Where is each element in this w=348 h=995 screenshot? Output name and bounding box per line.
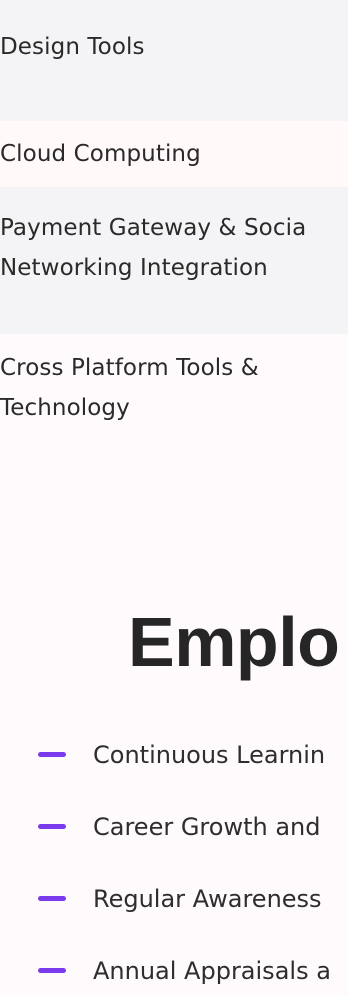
dash-icon <box>38 968 66 973</box>
list-item: Career Growth and <box>0 794 348 866</box>
benefit-text: Career Growth and <box>93 813 321 841</box>
tech-row-label-line-2: Technology <box>0 395 130 421</box>
tech-row-payment-gateway: Payment Gateway & Socia Networking Integ… <box>0 187 348 334</box>
benefit-text: Continuous Learnin <box>93 741 326 769</box>
tech-row-label-line-1: Cross Platform Tools & <box>0 355 259 381</box>
tech-row-cloud-computing: Cloud Computing <box>0 121 348 187</box>
dash-icon <box>38 896 66 901</box>
tech-row-design-tools: Design Tools <box>0 0 348 121</box>
benefit-text: Regular Awareness <box>93 885 322 913</box>
section-title: Emplo <box>128 603 340 681</box>
benefits-list: Continuous Learnin Career Growth and Reg… <box>0 722 348 995</box>
tech-stack-list: Design Tools Cloud Computing Payment Gat… <box>0 0 348 530</box>
tech-row-label-line-1: Payment Gateway & Socia <box>0 215 307 241</box>
tech-row-label: Cloud Computing <box>0 141 201 167</box>
tech-row-label: Design Tools <box>0 34 145 60</box>
tech-row-cross-platform: Cross Platform Tools & Technology <box>0 334 348 530</box>
page: Design Tools Cloud Computing Payment Gat… <box>0 0 348 995</box>
benefit-text: Annual Appraisals a <box>93 957 331 985</box>
list-item: Annual Appraisals a <box>0 938 348 995</box>
list-item: Regular Awareness <box>0 866 348 938</box>
tech-row-label-line-2: Networking Integration <box>0 255 268 281</box>
dash-icon <box>38 824 66 829</box>
dash-icon <box>38 752 66 757</box>
list-item: Continuous Learnin <box>0 722 348 794</box>
